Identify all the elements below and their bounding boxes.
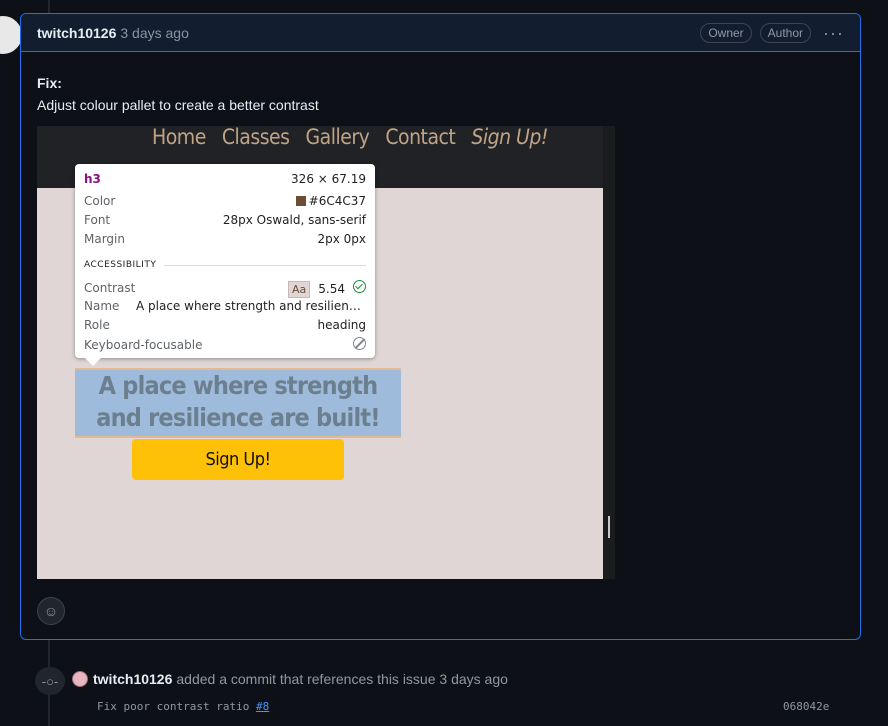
color-swatch-icon	[295, 196, 306, 206]
inspector-section-title: ACCESSIBILITY	[84, 260, 157, 270]
inspector-font-value: 28px Oswald, sans-serif	[222, 213, 366, 227]
event-avatar[interactable]	[72, 671, 88, 687]
inspector-contrast-label: Contrast	[84, 281, 136, 295]
inspector-tag: h3	[84, 172, 101, 186]
screenshot-hero-heading: A place where strength and resilience ar…	[96, 371, 380, 432]
comment-timestamp[interactable]: 3 days ago	[120, 25, 189, 41]
issue-comment: twitch10126 3 days ago Owner Author ··· …	[20, 13, 861, 640]
event-description: added a commit that references this issu…	[176, 671, 508, 687]
add-reaction-button[interactable]: ☺	[37, 597, 65, 625]
contrast-sample: Aa	[288, 281, 311, 298]
screenshot-nav-signup: Sign Up!	[471, 126, 548, 149]
inspector-name-label: Name	[84, 299, 120, 313]
inspector-role-value: heading	[317, 318, 366, 332]
event-author-link[interactable]: twitch10126	[93, 671, 172, 687]
screenshot-signup-button: Sign Up!	[132, 439, 344, 480]
comment-body-text: Adjust colour pallet to create a better …	[37, 97, 319, 113]
git-commit-icon: -○-	[35, 667, 65, 695]
inspector-color-label: Color	[84, 194, 116, 208]
inspector-section-header: ACCESSIBILITY	[84, 260, 366, 270]
inspector-margin-value: 2px 0px	[317, 232, 366, 246]
inspector-name-value: A place where strength and resilience a…	[136, 299, 366, 313]
comment-author-link[interactable]: twitch10126	[37, 25, 116, 41]
comment-badges: Owner Author ···	[700, 22, 844, 43]
screenshot-scrollbar	[603, 126, 615, 579]
inspector-contrast-value: 5.54	[318, 282, 345, 296]
author-badge: Author	[759, 22, 812, 43]
screenshot-nav-contact: Contact	[385, 126, 456, 149]
commit-message: Fix poor contrast ratio #8	[97, 700, 269, 713]
kebab-horizontal-icon[interactable]: ···	[823, 24, 844, 42]
inspector-color-value: #6C4C37	[308, 194, 366, 208]
attached-screenshot[interactable]: Home Classes Gallery Contact Sign Up! A …	[37, 126, 615, 579]
comment-header: twitch10126 3 days ago Owner Author ···	[21, 14, 860, 52]
smiley-icon: ☺	[43, 603, 59, 619]
scroll-grip	[608, 516, 610, 538]
inspector-margin-label: Margin	[84, 232, 125, 246]
inspector-font-label: Font	[84, 213, 111, 227]
comment-body-title: Fix:	[37, 75, 62, 91]
timeline-event: twitch10126 added a commit that referenc…	[72, 671, 508, 687]
inspector-keyboard-label: Keyboard-focusable	[84, 338, 203, 352]
not-focusable-icon	[353, 337, 366, 350]
issue-reference-link[interactable]: #8	[256, 700, 269, 713]
commit-message-link[interactable]: Fix poor contrast ratio	[97, 700, 249, 713]
inspector-size: 326 × 67.19	[291, 172, 366, 186]
commit-sha-link[interactable]: 068042e	[783, 700, 829, 713]
inspector-role-label: Role	[84, 318, 110, 332]
devtools-inspect-tooltip: h3 326 × 67.19 Color #6C4C37 Font 28px O…	[75, 164, 375, 366]
section-divider	[164, 264, 366, 266]
comment-body: Fix: Adjust colour pallet to create a be…	[37, 72, 319, 116]
owner-badge: Owner	[700, 22, 752, 43]
check-circle-icon	[353, 280, 366, 293]
